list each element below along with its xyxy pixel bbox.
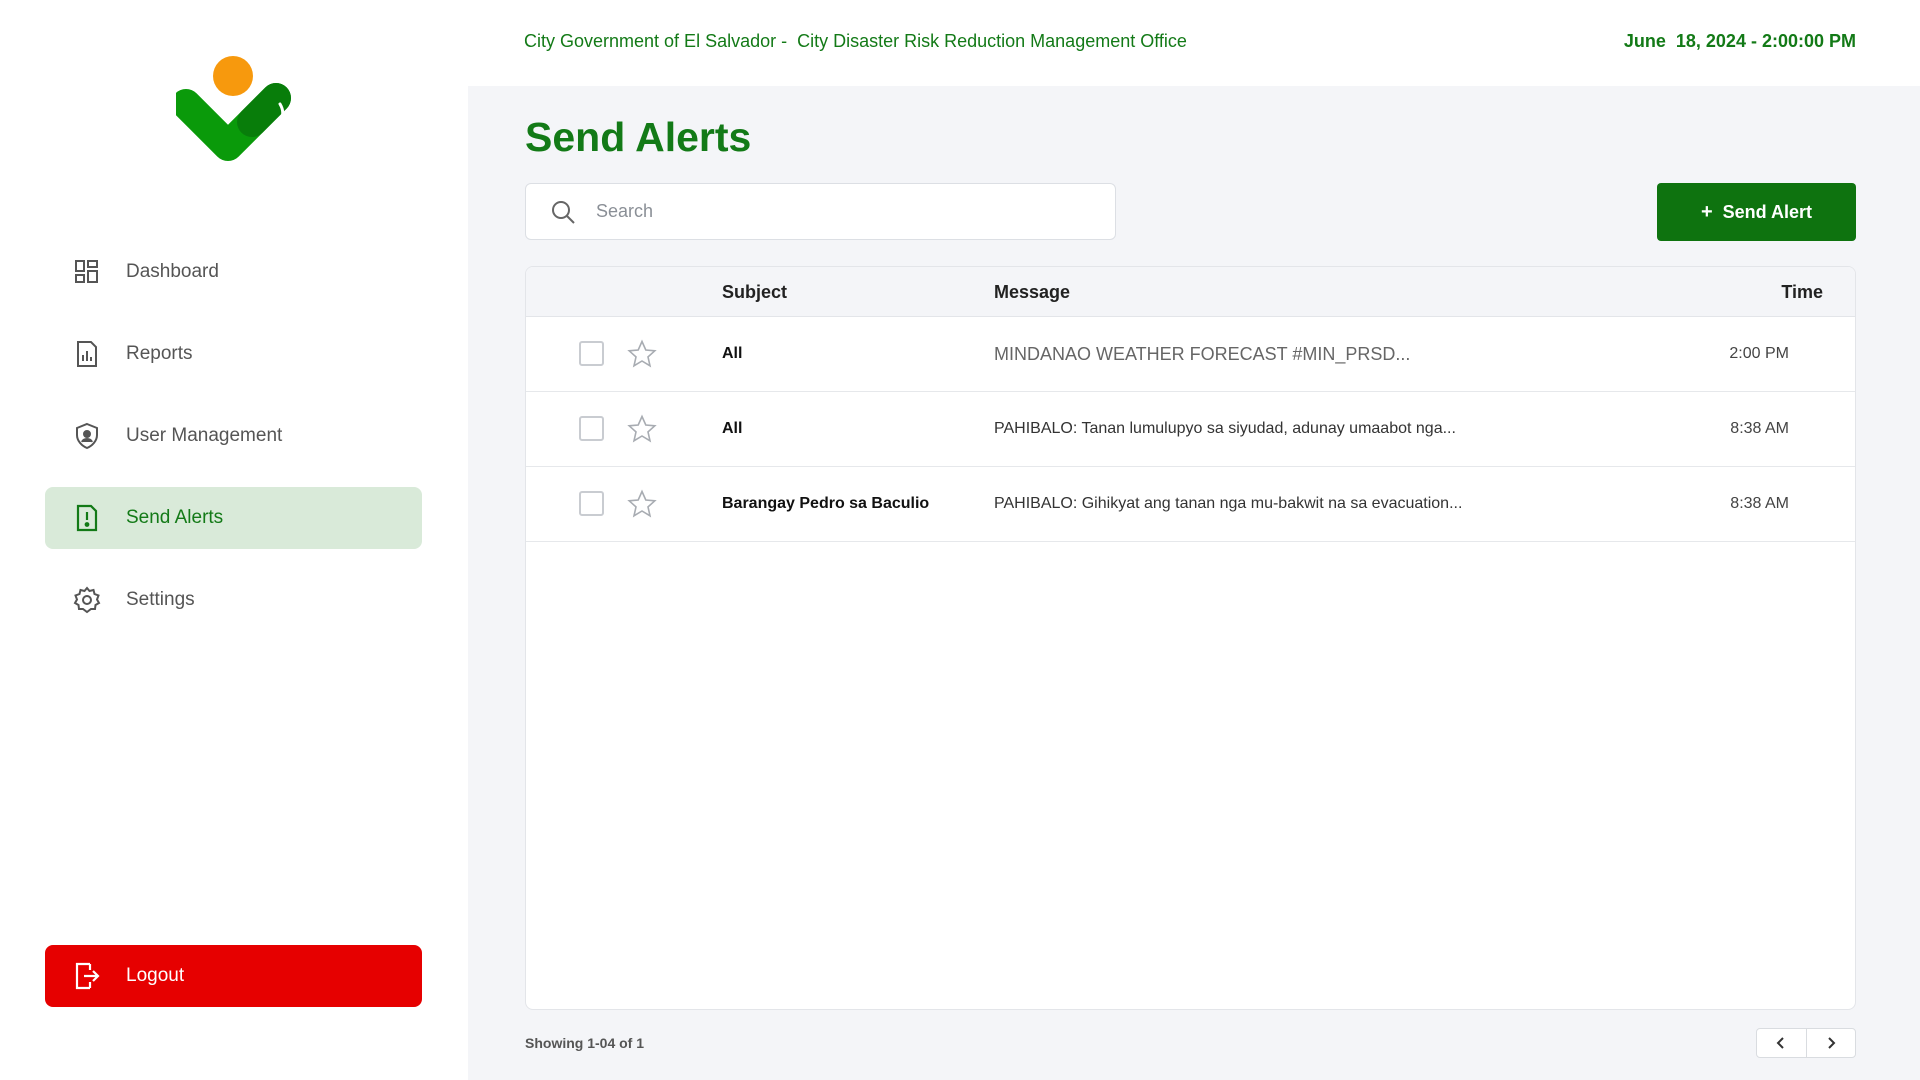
row-message: MINDANAO WEATHER FORECAST #MIN_PRSD... [994, 344, 1411, 364]
sidebar-item-settings[interactable]: Settings [45, 569, 422, 631]
next-page-button[interactable] [1805, 1029, 1856, 1057]
row-checkbox[interactable] [579, 341, 604, 366]
row-message: PAHIBALO: Tanan lumulupyo sa siyudad, ad… [994, 420, 1456, 437]
column-header-time[interactable]: Time [1781, 282, 1823, 303]
search-input[interactable] [594, 200, 1115, 223]
report-icon [73, 340, 101, 368]
sidebar-item-label: Dashboard [126, 261, 219, 282]
sidebar-item-label: Settings [126, 589, 195, 610]
chevron-right-icon [1828, 1037, 1836, 1049]
row-subject: Barangay Pedro sa Baculio [722, 495, 930, 512]
pagination-info: Showing 1-04 of 1 [525, 1035, 645, 1051]
app-logo[interactable] [171, 56, 292, 174]
sidebar-item-label: Send Alerts [126, 507, 224, 528]
table-header: Subject Message Time [526, 267, 1855, 317]
sidebar-item-reports[interactable]: Reports [45, 323, 422, 385]
sidebar-item-user-management[interactable]: User Management [45, 405, 422, 467]
previous-page-button[interactable] [1757, 1029, 1806, 1057]
column-header-subject[interactable]: Subject [722, 282, 787, 303]
top-header: City Government of El Salvador - City Di… [468, 0, 1920, 86]
table-row[interactable]: All MINDANAO WEATHER FORECAST #MIN_PRSD.… [526, 317, 1855, 392]
row-checkbox[interactable] [579, 416, 604, 441]
logout-button[interactable]: Logout [45, 945, 422, 1007]
current-datetime: June 18, 2024 - 2:00:00 PM [1623, 31, 1856, 51]
dashboard-icon [73, 258, 101, 286]
chevron-left-icon [1776, 1037, 1784, 1049]
row-subject: All [722, 345, 743, 362]
search-icon [550, 199, 576, 225]
send-alert-button[interactable]: + Send Alert [1657, 183, 1856, 241]
row-checkbox[interactable] [579, 491, 604, 516]
plus-icon: + [1700, 200, 1713, 223]
page-title: Send Alerts [525, 114, 752, 160]
star-icon[interactable] [627, 414, 657, 444]
table-row[interactable]: Barangay Pedro sa Baculio PAHIBALO: Gihi… [526, 467, 1855, 542]
star-icon[interactable] [627, 339, 657, 369]
star-icon[interactable] [627, 489, 657, 519]
alert-icon [73, 504, 101, 532]
sidebar: Dashboard Reports User Management Send A… [0, 0, 468, 1080]
send-alert-label: Send Alert [1722, 201, 1813, 222]
alerts-table: Subject Message Time All MINDANAO WEATHE… [525, 266, 1856, 1010]
logout-icon [73, 962, 101, 990]
shield-user-icon [73, 422, 101, 450]
row-time: 8:38 AM [1730, 420, 1789, 437]
logout-label: Logout [126, 965, 185, 986]
row-time: 8:38 AM [1730, 495, 1789, 512]
column-header-message[interactable]: Message [994, 282, 1070, 303]
pagination-controls [1756, 1028, 1856, 1058]
row-message: PAHIBALO: Gihikyat ang tanan nga mu-bakw… [994, 495, 1463, 512]
sidebar-item-label: User Management [126, 425, 283, 446]
gear-icon [73, 586, 101, 614]
row-subject: All [722, 420, 743, 437]
row-time: 2:00 PM [1729, 345, 1789, 362]
organization-name: City Government of El Salvador - City Di… [524, 31, 1187, 51]
table-row[interactable]: All PAHIBALO: Tanan lumulupyo sa siyudad… [526, 392, 1855, 467]
sidebar-item-label: Reports [126, 343, 193, 364]
sidebar-item-dashboard[interactable]: Dashboard [45, 241, 422, 303]
search-bar[interactable] [525, 183, 1116, 240]
sidebar-item-send-alerts[interactable]: Send Alerts [45, 487, 422, 549]
